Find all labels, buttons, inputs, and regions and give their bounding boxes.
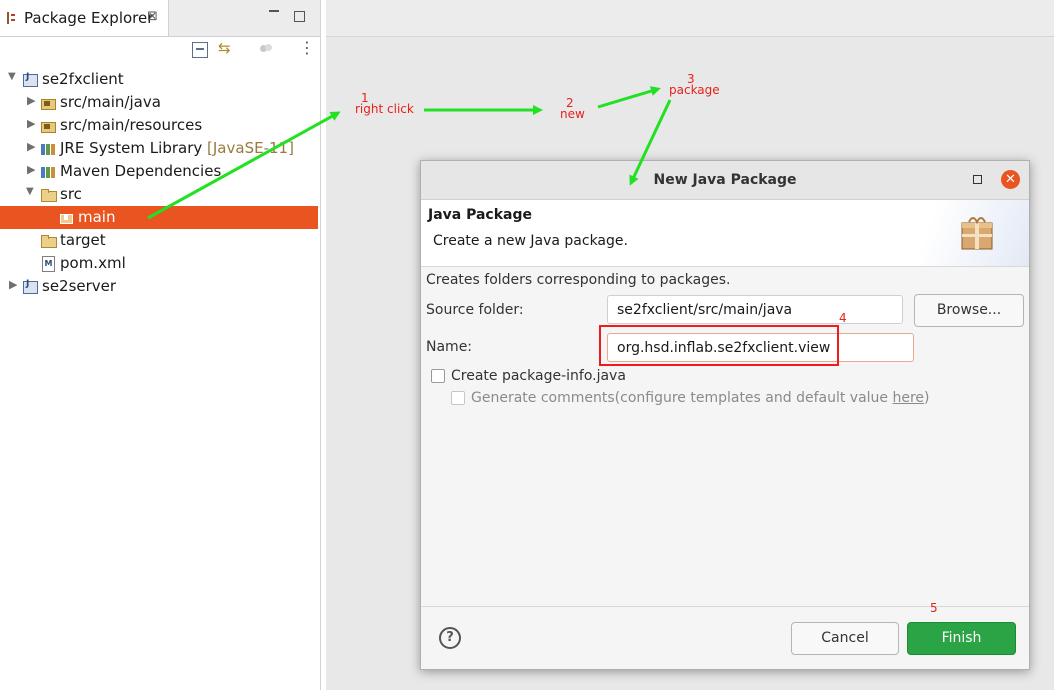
create-package-info-checkbox[interactable] (431, 369, 445, 383)
library-icon (40, 164, 56, 179)
highlight-box (599, 325, 839, 366)
folder-icon (40, 187, 57, 202)
source-folder-icon (40, 118, 56, 133)
tree-item-pom-xml[interactable]: pom.xml (0, 252, 318, 275)
java-project-icon (22, 72, 38, 87)
tree-item-src[interactable]: ▼ src (0, 183, 318, 206)
step4-number: 4 (839, 311, 847, 325)
close-icon[interactable]: ✕ (1001, 170, 1020, 189)
help-icon[interactable]: ? (439, 627, 461, 649)
close-tab-icon[interactable]: ⊠ (147, 9, 158, 24)
tree-item-label: src/main/java (60, 93, 161, 111)
dialog-header: Java Package Create a new Java package. (421, 200, 1029, 267)
generate-comments-paren: (configure templates and default value (614, 390, 893, 406)
chevron-right-icon[interactable]: ▶ (27, 117, 35, 130)
maximize-icon[interactable] (973, 175, 982, 184)
maximize-icon[interactable] (294, 11, 305, 22)
tree-item-se2fxclient[interactable]: ▼ se2fxclient (0, 68, 318, 91)
generate-comments-close: ) (924, 390, 930, 406)
tree-item-label: main (78, 208, 116, 226)
tree-item-main[interactable]: main (0, 206, 318, 229)
minimize-icon[interactable] (269, 10, 279, 12)
cancel-button[interactable]: Cancel (791, 622, 899, 655)
package-explorer-title: Package Explorer (24, 9, 154, 27)
editor-tabbar (326, 0, 1054, 37)
maven-file-icon (40, 256, 56, 272)
package-explorer-tabbar: Package Explorer ⊠ (0, 0, 320, 37)
tree-item-label: se2fxclient (42, 70, 124, 88)
tree-item-decoration: [JavaSE-11] (207, 139, 294, 157)
tree-item-label: Maven Dependencies (60, 162, 222, 180)
link-with-editor-icon[interactable] (218, 39, 232, 57)
dialog-description: Creates folders corresponding to package… (426, 272, 731, 288)
library-icon (40, 141, 56, 156)
configure-templates-link[interactable]: here (892, 390, 924, 406)
package-icon (58, 210, 74, 225)
chevron-down-icon[interactable]: ▼ (26, 186, 34, 197)
tree-item-label-text: JRE System Library (60, 139, 203, 157)
chevron-right-icon[interactable]: ▶ (27, 140, 35, 153)
step5-number: 5 (930, 601, 938, 615)
tree-item-label: pom.xml (60, 254, 126, 272)
step3-text: package (669, 83, 720, 97)
tree-item-maven-dependencies[interactable]: ▶ Maven Dependencies (0, 160, 318, 183)
tree-item-label: target (60, 231, 106, 249)
chevron-down-icon[interactable]: ▼ (8, 71, 16, 82)
source-folder-icon (40, 95, 56, 110)
tree-item-label: src (60, 185, 82, 203)
generate-comments-text: Generate comments (471, 390, 615, 406)
package-explorer-icon (7, 12, 17, 24)
name-label: Name: (426, 339, 473, 355)
tree-item-label: JRE System Library [JavaSE-11] (60, 139, 294, 157)
chevron-right-icon[interactable]: ▶ (9, 278, 17, 291)
create-package-info-label[interactable]: Create package-info.java (451, 368, 626, 384)
java-project-icon (22, 279, 38, 294)
generate-comments-checkbox (451, 391, 465, 405)
finish-button[interactable]: Finish (907, 622, 1016, 655)
dialog-title: New Java Package (653, 172, 797, 188)
tree-item-se2server[interactable]: ▶ se2server (0, 275, 318, 298)
tab-package-explorer[interactable]: Package Explorer ⊠ (0, 0, 169, 36)
filter-icon[interactable] (259, 42, 273, 56)
source-folder-field[interactable] (607, 295, 903, 324)
tree-item-src-main-resources[interactable]: ▶ src/main/resources (0, 114, 318, 137)
dialog-titlebar[interactable]: New Java Package ✕ (421, 161, 1029, 200)
header-title: Java Package (428, 207, 533, 223)
tree-item-target[interactable]: target (0, 229, 318, 252)
source-folder-label: Source folder: (426, 302, 524, 318)
divider (421, 606, 1029, 607)
tree-item-jre-system-library[interactable]: ▶ JRE System Library [JavaSE-11] (0, 137, 318, 160)
package-explorer-view: Package Explorer ⊠ ▼ se2fxclient ▶ src/m… (0, 0, 321, 690)
generate-comments-label: Generate comments(configure templates an… (471, 390, 930, 406)
tree-item-label: se2server (42, 277, 117, 295)
tree-item-src-main-java[interactable]: ▶ src/main/java (0, 91, 318, 114)
chevron-right-icon[interactable]: ▶ (27, 94, 35, 107)
header-description: Create a new Java package. (433, 233, 628, 249)
folder-icon (40, 233, 57, 248)
package-wizard-icon (961, 217, 993, 250)
view-menu-icon[interactable] (299, 38, 315, 57)
step2-text: new (560, 107, 585, 121)
package-explorer-toolbar (0, 36, 320, 64)
browse-button[interactable]: Browse... (914, 294, 1024, 327)
tree-item-label: src/main/resources (60, 116, 203, 134)
chevron-right-icon[interactable]: ▶ (27, 163, 35, 176)
new-java-package-dialog: New Java Package ✕ Java Package Create a… (420, 160, 1030, 670)
step1-text: right click (355, 102, 414, 116)
collapse-all-icon[interactable] (192, 42, 208, 58)
